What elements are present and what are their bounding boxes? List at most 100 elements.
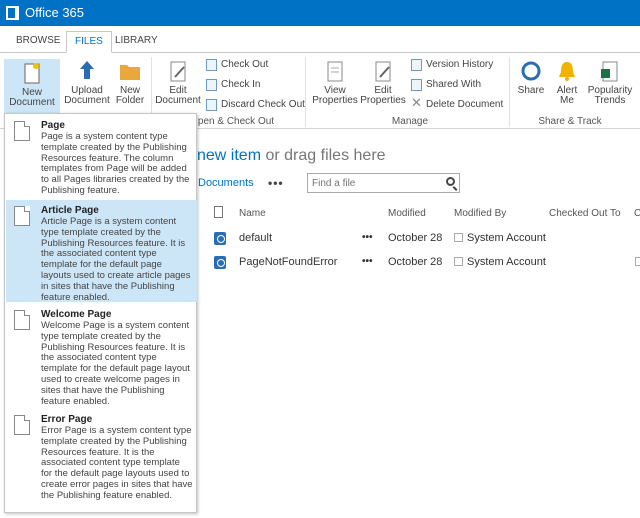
check-in-icon xyxy=(206,79,217,91)
column-modified-by[interactable]: Modified By xyxy=(454,208,506,219)
group-label-share-track: Share & Track xyxy=(538,116,602,127)
folder-icon xyxy=(119,59,141,83)
group-label-manage: Manage xyxy=(391,116,429,127)
shared-with-label: Shared With xyxy=(426,79,482,90)
row-more-button[interactable]: ••• xyxy=(362,232,373,243)
edit-document-button[interactable]: Edit Document xyxy=(154,59,202,106)
version-history-label: Version History xyxy=(426,59,494,70)
discard-check-out-button[interactable]: Discard Check Out xyxy=(206,98,305,114)
new-document-menu: Page Page is a system content type templ… xyxy=(4,113,197,513)
popularity-label-2: Trends xyxy=(594,95,626,106)
row-modified: October 28 xyxy=(388,232,443,244)
ribbon-separator xyxy=(305,57,306,127)
row-modified-by[interactable]: System Account xyxy=(467,256,546,268)
version-history-button[interactable]: Version History xyxy=(411,58,493,74)
menu-item-article-page[interactable]: Article Page Article Page is a system co… xyxy=(6,200,197,303)
share-icon xyxy=(520,59,542,83)
menu-item-description: Page is a system content type template c… xyxy=(41,131,190,196)
tab-library[interactable]: LIBRARY xyxy=(107,31,166,53)
row-name[interactable]: default xyxy=(239,232,272,244)
delete-document-button[interactable]: ✕ Delete Document xyxy=(411,95,504,114)
check-out-icon xyxy=(206,59,217,71)
menu-item-error-page[interactable]: Error Page Error Page is a system conten… xyxy=(6,409,197,513)
version-history-icon xyxy=(411,59,422,71)
tab-files[interactable]: FILES xyxy=(66,31,112,53)
ribbon-separator xyxy=(509,57,510,127)
menu-item-description: Error Page is a system content type temp… xyxy=(41,425,193,501)
shared-with-button[interactable]: Shared With xyxy=(411,78,481,94)
discard-check-out-label: Discard Check Out xyxy=(221,99,305,110)
edit-document-icon xyxy=(167,59,189,83)
new-document-icon xyxy=(21,61,43,85)
new-folder-button[interactable]: New Folder xyxy=(112,59,148,106)
page-icon xyxy=(14,310,30,330)
view-properties-label-2: Properties xyxy=(312,95,358,106)
view-properties-icon xyxy=(324,59,346,83)
popularity-trends-button[interactable]: Popularity Trends xyxy=(585,59,635,106)
ribbon-tabs: BROWSE FILES LIBRARY xyxy=(0,26,640,53)
file-type-header-icon[interactable] xyxy=(214,206,223,218)
column-checked-out-to[interactable]: Checked Out To xyxy=(549,208,621,219)
presence-icon xyxy=(454,257,463,266)
menu-item-description: Welcome Page is a system content type te… xyxy=(41,320,190,407)
column-modified[interactable]: Modified xyxy=(388,208,426,219)
share-button[interactable]: Share xyxy=(514,59,548,96)
office-logo-icon[interactable] xyxy=(6,6,19,20)
column-name[interactable]: Name xyxy=(239,208,266,219)
delete-x-icon: ✕ xyxy=(411,95,422,110)
column-cut-off[interactable]: C xyxy=(634,208,640,219)
suite-bar: Office 365 xyxy=(0,0,640,26)
search-input[interactable] xyxy=(308,174,438,192)
alert-me-button[interactable]: Alert Me xyxy=(552,59,582,106)
share-label: Share xyxy=(517,85,545,96)
alert-label-2: Me xyxy=(560,95,574,106)
search-icon[interactable] xyxy=(446,177,455,186)
edit-document-label-2: Document xyxy=(155,95,201,106)
check-in-button[interactable]: Check In xyxy=(206,78,260,94)
row-cut-checkbox[interactable] xyxy=(635,257,640,266)
upload-arrow-icon xyxy=(76,59,98,83)
tab-browse[interactable]: BROWSE xyxy=(8,31,68,53)
web-page-file-icon xyxy=(214,232,226,245)
drag-files-text: or drag files here xyxy=(261,147,386,164)
suite-title[interactable]: Office 365 xyxy=(25,5,84,20)
page-icon xyxy=(14,415,30,435)
menu-item-description: Article Page is a system content type te… xyxy=(41,216,191,303)
discard-check-out-icon xyxy=(206,99,217,111)
upload-label-2: Document xyxy=(64,95,110,106)
presence-icon xyxy=(454,233,463,242)
row-name[interactable]: PageNotFoundError xyxy=(239,256,337,268)
search-box[interactable] xyxy=(307,173,460,193)
new-document-label-2: Document xyxy=(9,97,55,108)
group-label-open-check-out: pen & Check Out xyxy=(197,116,275,127)
row-more-button[interactable]: ••• xyxy=(362,256,373,267)
web-page-file-icon xyxy=(214,256,226,269)
table-row[interactable]: default ••• October 28 System Account xyxy=(210,227,640,251)
menu-item-welcome-page[interactable]: Welcome Page Welcome Page is a system co… xyxy=(6,304,197,408)
menu-item-title: Page xyxy=(41,120,65,131)
view-properties-button[interactable]: View Properties xyxy=(312,59,358,106)
check-out-button[interactable]: Check Out xyxy=(206,58,268,74)
check-out-label: Check Out xyxy=(221,59,269,70)
edit-properties-button[interactable]: Edit Properties xyxy=(360,59,406,106)
upload-document-button[interactable]: Upload Document xyxy=(62,59,112,106)
bell-icon xyxy=(556,59,578,83)
menu-item-title: Article Page xyxy=(41,205,99,216)
row-modified-by[interactable]: System Account xyxy=(467,232,546,244)
menu-item-page[interactable]: Page Page is a system content type templ… xyxy=(6,115,197,199)
page-icon xyxy=(14,121,30,141)
new-item-prompt: new item or drag files here xyxy=(197,147,386,165)
check-in-label: Check In xyxy=(221,79,261,90)
excel-chart-icon xyxy=(599,59,621,83)
view-more-button[interactable]: ••• xyxy=(268,176,284,190)
edit-properties-icon xyxy=(372,59,394,83)
shared-with-icon xyxy=(411,79,422,91)
new-folder-label-2: Folder xyxy=(115,95,145,106)
new-document-button[interactable]: New Document xyxy=(4,59,60,115)
row-modified: October 28 xyxy=(388,256,443,268)
delete-document-label: Delete Document xyxy=(426,99,504,110)
table-row[interactable]: PageNotFoundError ••• October 28 System … xyxy=(210,251,640,275)
documents-view-link[interactable]: Documents xyxy=(198,177,254,189)
menu-item-title: Error Page xyxy=(41,414,93,425)
new-item-link[interactable]: new item xyxy=(197,147,261,164)
